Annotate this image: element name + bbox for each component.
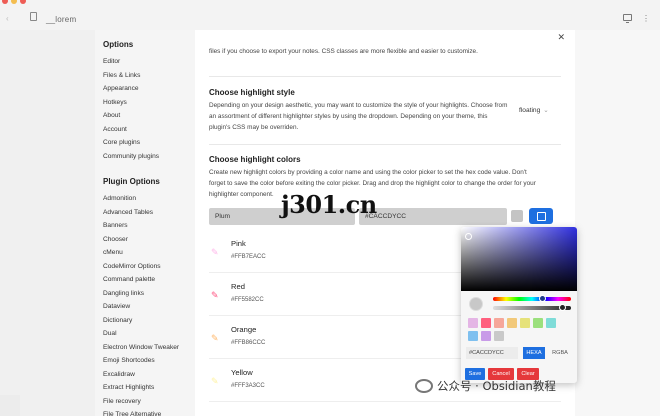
color-swatch[interactable] xyxy=(507,318,517,328)
color-hex-input[interactable]: #CACCDYCC xyxy=(359,208,507,225)
sidebar-plugin-item[interactable]: Electron Window Tweaker xyxy=(95,341,195,355)
color-picker-button[interactable] xyxy=(511,210,523,222)
sidebar-plugin-item[interactable]: File Tree Alternative xyxy=(95,408,195,416)
highlighter-pen-icon: ✎ xyxy=(211,247,219,257)
sidebar-plugin-item[interactable]: Chooser xyxy=(95,233,195,247)
highlight-style-title: Choose highlight style xyxy=(209,88,295,97)
chevron-down-icon: ⌄ xyxy=(543,107,549,114)
wechat-watermark: 公众号 · Obsidian教程 xyxy=(415,378,556,394)
sidebar-plugin-item[interactable]: Advanced Tables xyxy=(95,206,195,220)
sidebar-plugin-item[interactable]: Emoji Shortcodes xyxy=(95,354,195,368)
sidebar-option-item[interactable]: Appearance xyxy=(95,82,195,96)
highlighter-pen-icon: ✎ xyxy=(211,376,219,386)
save-color-button[interactable] xyxy=(529,208,553,224)
sidebar-plugin-item[interactable]: CodeMirror Options xyxy=(95,260,195,274)
top-right-icons: ⋮ xyxy=(623,14,650,23)
title-bar: ‹ __lorem ⋮ xyxy=(0,0,660,30)
intro-text: files if you choose to export your notes… xyxy=(209,48,478,55)
opacity-slider-handle[interactable] xyxy=(559,304,566,311)
swatch-grid xyxy=(468,318,568,341)
sidebar-plugin-item[interactable]: File recovery xyxy=(95,395,195,409)
color-swatch[interactable] xyxy=(481,331,491,341)
highlight-name: Pink xyxy=(231,239,246,248)
sidebar-option-item[interactable]: Hotkeys xyxy=(95,96,195,110)
back-arrow-icon[interactable]: ‹ xyxy=(6,14,9,23)
sidebar-option-item[interactable]: About xyxy=(95,109,195,123)
sidebar-plugin-item[interactable]: Excalidraw xyxy=(95,368,195,382)
color-swatch[interactable] xyxy=(533,318,543,328)
color-swatch[interactable] xyxy=(468,331,478,341)
minimize-window-button[interactable] xyxy=(11,0,17,4)
sidebar-option-item[interactable]: Files & Links xyxy=(95,69,195,83)
color-swatch[interactable] xyxy=(494,331,504,341)
saturation-handle[interactable] xyxy=(465,233,472,240)
sidebar-plugin-item[interactable]: cMenu xyxy=(95,246,195,260)
right-background xyxy=(575,30,660,416)
sidebar-option-item[interactable]: Core plugins xyxy=(95,136,195,150)
close-window-button[interactable] xyxy=(2,0,8,4)
sidebar-plugin-item[interactable]: Command palette xyxy=(95,273,195,287)
tab-title[interactable]: __lorem xyxy=(46,15,76,24)
window-controls[interactable] xyxy=(2,0,26,4)
editor-background xyxy=(0,30,95,416)
editor-corner xyxy=(0,395,20,416)
color-swatch[interactable] xyxy=(494,318,504,328)
highlight-hex: #FFF3A3CC xyxy=(231,383,265,389)
sidebar-plugin-item[interactable]: Admonition xyxy=(95,192,195,206)
sidebar-plugin-item[interactable]: Dual xyxy=(95,327,195,341)
dropdown-value: floating xyxy=(519,107,541,114)
highlight-style-dropdown[interactable]: floating ⌄ xyxy=(519,106,549,114)
color-swatch[interactable] xyxy=(520,318,530,328)
sidebar-plugin-item[interactable]: Extract Highlights xyxy=(95,381,195,395)
highlight-name: Orange xyxy=(231,325,257,334)
file-icon xyxy=(30,12,37,21)
highlighter-pen-icon: ✎ xyxy=(211,290,219,300)
sidebar-plugin-item[interactable]: Dictionary xyxy=(95,314,195,328)
plugin-options-heading: Plugin Options xyxy=(103,177,160,186)
sidebar-plugin-item[interactable]: Dangling links xyxy=(95,287,195,301)
picker-hex-input[interactable]: #CACCDYCC xyxy=(466,347,518,359)
wechat-icon xyxy=(415,379,433,393)
wechat-watermark-text: 公众号 · Obsidian教程 xyxy=(437,379,556,393)
hexa-mode-button[interactable]: HEXA xyxy=(523,347,545,359)
close-icon[interactable]: ✕ xyxy=(557,32,565,43)
sidebar-plugin-item[interactable]: Dataview xyxy=(95,300,195,314)
maximize-window-button[interactable] xyxy=(20,0,26,4)
divider xyxy=(209,401,561,402)
color-picker-popup: #CACCDYCC HEXA RGBA Save Cancel Clear xyxy=(461,227,577,383)
options-list: Editor Files & Links Appearance Hotkeys Abou… xyxy=(95,55,195,163)
monitor-icon[interactable] xyxy=(623,14,632,23)
settings-sidebar: Options Editor Files & Links Appearance Hot… xyxy=(95,30,195,416)
highlight-hex: #FFB7EACC xyxy=(231,254,266,260)
more-options-icon[interactable]: ⋮ xyxy=(642,14,650,23)
color-swatch[interactable] xyxy=(468,318,478,328)
divider xyxy=(209,76,561,77)
color-swatch[interactable] xyxy=(546,318,556,328)
saturation-value-area[interactable] xyxy=(461,227,577,291)
sidebar-option-item[interactable]: Editor xyxy=(95,55,195,69)
divider xyxy=(209,144,561,145)
highlight-hex: #FF5582CC xyxy=(231,297,264,303)
highlight-hex: #FFB86CCC xyxy=(231,340,266,346)
sidebar-option-item[interactable]: Community plugins xyxy=(95,150,195,164)
highlighter-pen-icon: ✎ xyxy=(211,333,219,343)
highlight-colors-title: Choose highlight colors xyxy=(209,155,301,164)
color-swatch[interactable] xyxy=(481,318,491,328)
options-heading: Options xyxy=(103,40,134,49)
color-preview xyxy=(469,297,483,311)
sidebar-option-item[interactable]: Account xyxy=(95,123,195,137)
site-watermark: j301.cn xyxy=(281,190,377,219)
rgba-mode-button[interactable]: RGBA xyxy=(548,347,572,359)
hue-slider[interactable] xyxy=(493,297,571,301)
highlight-style-desc: Depending on your design aesthetic, you … xyxy=(209,102,508,131)
hue-slider-handle[interactable] xyxy=(539,295,546,302)
highlight-name: Red xyxy=(231,282,245,291)
highlight-name: Yellow xyxy=(231,368,253,377)
plugin-options-list: Admonition Advanced Tables Banners Chooser c… xyxy=(95,192,195,416)
sidebar-plugin-item[interactable]: Banners xyxy=(95,219,195,233)
